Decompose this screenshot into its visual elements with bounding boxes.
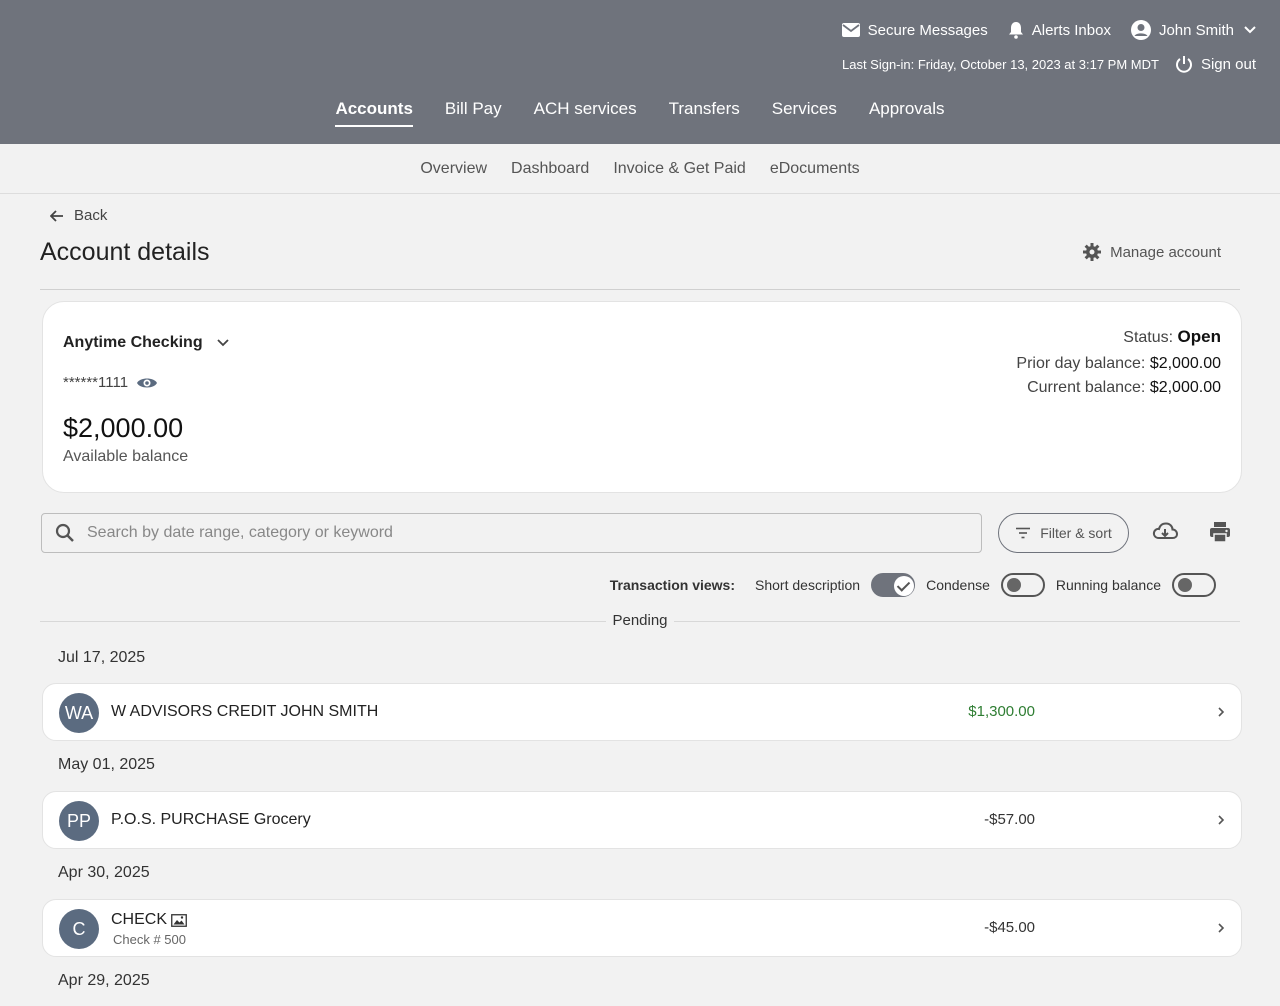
subnav-invoice[interactable]: Invoice & Get Paid bbox=[613, 160, 746, 178]
user-name: John Smith bbox=[1158, 21, 1234, 39]
subnav-overview[interactable]: Overview bbox=[420, 160, 487, 178]
printer-icon bbox=[1210, 522, 1230, 543]
transaction-description-row: CHECK bbox=[111, 911, 187, 929]
status-value: Open bbox=[1177, 327, 1221, 346]
condense-toggle[interactable] bbox=[1000, 573, 1045, 597]
power-icon bbox=[1175, 56, 1192, 73]
running-balance-label: Running balance bbox=[1055, 577, 1161, 593]
main-nav: Accounts Bill Pay ACH services Transfers… bbox=[0, 99, 1280, 127]
image-icon[interactable] bbox=[171, 913, 187, 927]
toggle-knob bbox=[1006, 578, 1021, 592]
search-placeholder: Search by date range, category or keywor… bbox=[87, 524, 393, 541]
transaction-avatar: PP bbox=[59, 801, 99, 841]
transaction-row[interactable]: C CHECK Check # 500 -$45.00 bbox=[42, 899, 1242, 957]
chevron-right-icon bbox=[1218, 815, 1225, 825]
transaction-avatar: C bbox=[59, 909, 99, 949]
top-header: Secure Messages Alerts Inbox John Smith … bbox=[0, 0, 1280, 144]
subnav-edocuments[interactable]: eDocuments bbox=[770, 160, 860, 178]
transaction-views-label: Transaction views: bbox=[609, 577, 736, 593]
alerts-inbox-label: Alerts Inbox bbox=[1031, 21, 1111, 39]
transaction-description: P.O.S. PURCHASE Grocery bbox=[111, 811, 311, 828]
nav-accounts[interactable]: Accounts bbox=[335, 99, 413, 127]
toggle-knob bbox=[1178, 578, 1192, 592]
bell-icon bbox=[1008, 22, 1023, 39]
short-description-label: Short description bbox=[755, 577, 861, 593]
account-number: ******1111 bbox=[63, 374, 129, 391]
manage-account-label: Manage account bbox=[1110, 243, 1221, 261]
secure-messages-label: Secure Messages bbox=[867, 21, 988, 39]
transaction-amount: $1,300.00 bbox=[968, 703, 1035, 720]
sign-out-label: Sign out bbox=[1200, 55, 1256, 73]
short-description-toggle[interactable] bbox=[871, 573, 916, 597]
signin-row: Last Sign-in: Friday, October 13, 2023 a… bbox=[842, 55, 1256, 73]
back-link[interactable]: Back bbox=[50, 207, 107, 224]
filter-icon bbox=[1016, 527, 1031, 539]
date-heading: Apr 30, 2025 bbox=[58, 864, 150, 881]
transaction-amount: -$57.00 bbox=[984, 811, 1035, 828]
transaction-amount: -$45.00 bbox=[984, 919, 1035, 936]
print-button[interactable] bbox=[1209, 521, 1231, 548]
current-balance-label: Current balance: bbox=[1027, 379, 1146, 396]
secure-messages-link[interactable]: Secure Messages bbox=[841, 21, 988, 39]
nav-services[interactable]: Services bbox=[772, 99, 837, 127]
toggle-knob bbox=[894, 576, 915, 596]
page-title: Account details bbox=[40, 238, 210, 266]
cloud-download-icon bbox=[1152, 522, 1179, 539]
account-summary-card: Anytime Checking ******1111 $2,000.00 Av… bbox=[42, 301, 1242, 493]
envelope-icon bbox=[841, 23, 860, 37]
search-icon bbox=[55, 523, 74, 542]
account-name: Anytime Checking bbox=[63, 334, 203, 351]
balance-status-block: Status: Open Prior day balance: $2,000.0… bbox=[1016, 324, 1221, 399]
account-selector[interactable]: Anytime Checking bbox=[63, 334, 229, 352]
transaction-description: CHECK bbox=[111, 911, 168, 928]
nav-approvals[interactable]: Approvals bbox=[869, 99, 945, 127]
back-label: Back bbox=[74, 207, 108, 224]
sub-nav: Overview Dashboard Invoice & Get Paid eD… bbox=[0, 144, 1280, 194]
prior-balance-label: Prior day balance: bbox=[1016, 355, 1146, 372]
nav-ach-services[interactable]: ACH services bbox=[534, 99, 637, 127]
date-heading: Jul 17, 2025 bbox=[58, 649, 146, 666]
chevron-down-icon bbox=[216, 339, 229, 347]
running-balance-toggle[interactable] bbox=[1172, 573, 1216, 597]
transaction-row[interactable]: PP P.O.S. PURCHASE Grocery -$57.00 bbox=[42, 791, 1242, 849]
title-divider bbox=[40, 289, 1240, 290]
download-button[interactable] bbox=[1152, 521, 1179, 548]
pending-label: Pending bbox=[606, 612, 674, 629]
gear-icon bbox=[1083, 243, 1102, 261]
date-heading: May 01, 2025 bbox=[58, 756, 155, 773]
user-avatar-icon bbox=[1130, 20, 1151, 40]
current-balance-value: $2,000.00 bbox=[1149, 379, 1221, 396]
last-signin-text: Last Sign-in: Friday, October 13, 2023 a… bbox=[841, 56, 1159, 72]
transaction-avatar: WA bbox=[59, 693, 99, 733]
transaction-row[interactable]: WA W ADVISORS CREDIT JOHN SMITH $1,300.0… bbox=[42, 683, 1242, 741]
nav-bill-pay[interactable]: Bill Pay bbox=[445, 99, 502, 127]
utility-nav: Secure Messages Alerts Inbox John Smith bbox=[822, 20, 1256, 40]
alerts-inbox-link[interactable]: Alerts Inbox bbox=[1008, 21, 1111, 39]
pending-heading: Pending bbox=[0, 612, 1280, 629]
sign-out-button[interactable]: Sign out bbox=[1175, 55, 1256, 73]
chevron-right-icon bbox=[1218, 923, 1225, 933]
check-number: Check # 500 bbox=[113, 932, 186, 947]
nav-transfers[interactable]: Transfers bbox=[669, 99, 740, 127]
status-label: Status: bbox=[1123, 329, 1174, 346]
manage-account-button[interactable]: Manage account bbox=[1083, 243, 1221, 261]
condense-label: Condense bbox=[926, 577, 990, 593]
account-number-row: ******1111 bbox=[63, 374, 158, 391]
transaction-views: Transaction views: Short description Con… bbox=[610, 573, 1216, 597]
chevron-right-icon bbox=[1218, 707, 1225, 717]
prior-balance-value: $2,000.00 bbox=[1149, 355, 1221, 372]
user-menu[interactable]: John Smith bbox=[1130, 20, 1256, 40]
subnav-dashboard[interactable]: Dashboard bbox=[511, 160, 589, 178]
arrow-left-icon bbox=[50, 209, 63, 222]
available-balance-label: Available balance bbox=[63, 448, 189, 465]
chevron-down-icon bbox=[1244, 26, 1256, 34]
transaction-description: W ADVISORS CREDIT JOHN SMITH bbox=[111, 703, 379, 720]
filter-sort-label: Filter & sort bbox=[1040, 525, 1112, 541]
eye-icon[interactable] bbox=[136, 376, 158, 390]
filter-sort-button[interactable]: Filter & sort bbox=[998, 513, 1129, 553]
transaction-search-input[interactable]: Search by date range, category or keywor… bbox=[41, 513, 982, 553]
date-heading: Apr 29, 2025 bbox=[58, 972, 150, 989]
available-balance-amount: $2,000.00 bbox=[63, 413, 184, 443]
